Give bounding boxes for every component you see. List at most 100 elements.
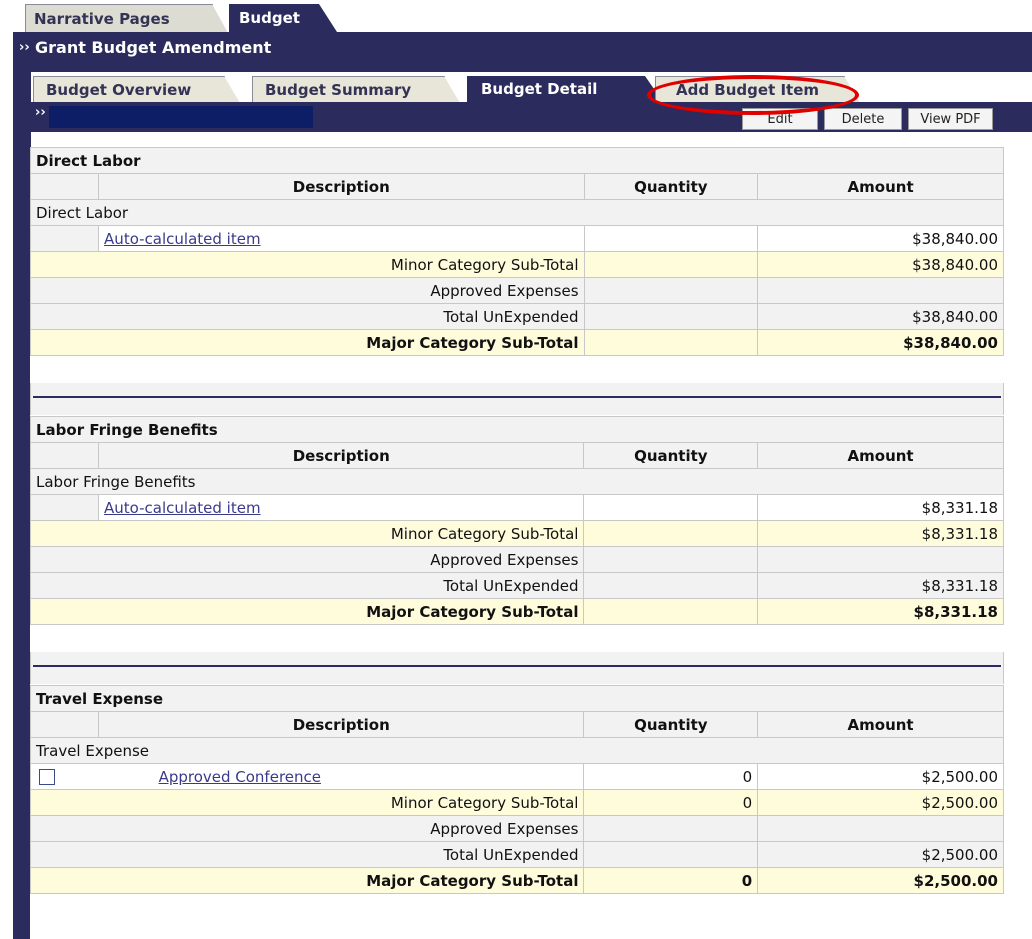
minor-subtotal-row: Minor Category Sub-Total 0 $2,500.00 <box>30 789 1004 816</box>
unexpended-label: Total UnExpended <box>30 841 585 868</box>
approved-expenses-quantity <box>583 546 759 573</box>
budget-section-labor-fringe-benefits: Labor Fringe Benefits Description Quanti… <box>30 416 1004 625</box>
column-header-description: Description <box>98 711 585 738</box>
major-subtotal-row: Major Category Sub-Total $38,840.00 <box>30 329 1004 356</box>
approved-expenses-row: Approved Expenses <box>30 546 1004 573</box>
tab-budget-summary[interactable]: Budget Summary <box>252 76 460 103</box>
toolbar: ›› Edit Delete View PDF <box>31 102 1032 132</box>
unexpended-label: Total UnExpended <box>30 303 585 330</box>
minor-subtotal-label: Minor Category Sub-Total <box>30 251 585 278</box>
minor-subtotal-amount: $38,840.00 <box>757 251 1004 278</box>
tab-budget-detail[interactable]: Budget Detail <box>467 76 663 102</box>
unexpended-amount: $8,331.18 <box>757 572 1004 599</box>
approved-expenses-row: Approved Expenses <box>30 277 1004 304</box>
column-header-amount: Amount <box>757 173 1004 200</box>
tab-budget-overview[interactable]: Budget Overview <box>33 76 240 103</box>
unexpended-label: Total UnExpended <box>30 572 585 599</box>
item-amount: $38,840.00 <box>757 225 1004 252</box>
approved-expenses-quantity <box>583 815 759 842</box>
item-quantity <box>583 494 759 521</box>
tab-add-budget-item[interactable]: Add Budget Item <box>655 76 860 103</box>
minor-subtotal-quantity <box>583 520 759 547</box>
category-label: Labor Fringe Benefits <box>30 468 1004 495</box>
item-link[interactable]: Auto-calculated item <box>104 499 261 517</box>
section-title: Labor Fringe Benefits <box>30 416 1004 443</box>
tab-narrative-pages[interactable]: Narrative Pages <box>25 4 228 33</box>
approved-expenses-label: Approved Expenses <box>30 277 585 304</box>
minor-subtotal-label: Minor Category Sub-Total <box>30 789 585 816</box>
approved-expenses-quantity <box>583 277 759 304</box>
major-subtotal-quantity: 0 <box>583 867 759 894</box>
column-header-blank <box>30 173 100 200</box>
approved-expenses-amount <box>757 546 1004 573</box>
unexpended-quantity <box>583 303 759 330</box>
category-label: Direct Labor <box>30 199 1004 226</box>
column-header-description: Description <box>98 442 585 469</box>
section-divider <box>30 383 1004 415</box>
budget-content: Direct Labor Description Quantity Amount… <box>30 147 1004 939</box>
approved-expenses-amount <box>757 815 1004 842</box>
column-header-amount: Amount <box>757 711 1004 738</box>
item-checkbox[interactable] <box>39 769 55 785</box>
item-quantity <box>583 225 759 252</box>
budget-section-travel-expense: Travel Expense Description Quantity Amou… <box>30 685 1004 894</box>
tab-label: Budget Summary <box>265 81 412 99</box>
unexpended-quantity <box>583 841 759 868</box>
major-subtotal-quantity <box>583 598 759 625</box>
sub-tab-bar: Budget Overview Budget Summary Budget De… <box>31 72 1032 103</box>
item-link[interactable]: Auto-calculated item <box>104 230 261 248</box>
unexpended-quantity <box>583 572 759 599</box>
button-label: Delete <box>841 112 885 127</box>
column-header-quantity: Quantity <box>583 173 759 200</box>
item-cell: Approved Conference <box>30 763 585 790</box>
tab-label: Add Budget Item <box>676 81 820 99</box>
page-title: Grant Budget Amendment <box>35 38 272 57</box>
chevron-right-icon: ›› <box>19 40 30 55</box>
button-label: View PDF <box>920 112 981 127</box>
minor-subtotal-label: Minor Category Sub-Total <box>30 520 585 547</box>
table-row: Auto-calculated item $8,331.18 <box>30 494 1004 521</box>
tab-budget[interactable]: Budget <box>229 4 337 32</box>
minor-subtotal-row: Minor Category Sub-Total $38,840.00 <box>30 251 1004 278</box>
unexpended-row: Total UnExpended $2,500.00 <box>30 841 1004 868</box>
column-header-quantity: Quantity <box>583 442 759 469</box>
minor-subtotal-amount: $2,500.00 <box>757 789 1004 816</box>
minor-subtotal-amount: $8,331.18 <box>757 520 1004 547</box>
category-label: Travel Expense <box>30 737 1004 764</box>
view-pdf-button[interactable]: View PDF <box>908 108 993 130</box>
delete-button[interactable]: Delete <box>824 108 902 130</box>
approved-expenses-row: Approved Expenses <box>30 815 1004 842</box>
item-amount: $2,500.00 <box>757 763 1004 790</box>
major-subtotal-amount: $38,840.00 <box>757 329 1004 356</box>
major-subtotal-label: Major Category Sub-Total <box>30 598 585 625</box>
approved-expenses-amount <box>757 277 1004 304</box>
record-title-bar <box>49 106 313 128</box>
item-cell: Auto-calculated item <box>98 225 585 252</box>
row-blank <box>30 225 100 252</box>
chevron-right-icon: ›› <box>35 105 46 120</box>
column-header-blank <box>30 442 100 469</box>
tab-label: Narrative Pages <box>34 10 170 28</box>
budget-section-direct-labor: Direct Labor Description Quantity Amount… <box>30 147 1004 356</box>
major-subtotal-quantity <box>583 329 759 356</box>
unexpended-row: Total UnExpended $8,331.18 <box>30 572 1004 599</box>
frame-title-bar: ›› Grant Budget Amendment <box>13 32 271 64</box>
section-title: Direct Labor <box>30 147 1004 174</box>
column-header-blank <box>30 711 100 738</box>
major-subtotal-amount: $8,331.18 <box>757 598 1004 625</box>
tab-label: Budget Overview <box>46 81 192 99</box>
unexpended-amount: $38,840.00 <box>757 303 1004 330</box>
item-cell: Auto-calculated item <box>98 494 585 521</box>
tab-label: Budget Detail <box>481 80 598 98</box>
major-subtotal-row: Major Category Sub-Total $8,331.18 <box>30 598 1004 625</box>
section-title: Travel Expense <box>30 685 1004 712</box>
unexpended-row: Total UnExpended $38,840.00 <box>30 303 1004 330</box>
table-row: Approved Conference 0 $2,500.00 <box>30 763 1004 790</box>
tab-label: Budget <box>239 9 300 27</box>
column-header-amount: Amount <box>757 442 1004 469</box>
edit-button[interactable]: Edit <box>742 108 818 130</box>
item-link[interactable]: Approved Conference <box>159 768 321 786</box>
table-row: Auto-calculated item $38,840.00 <box>30 225 1004 252</box>
item-amount: $8,331.18 <box>757 494 1004 521</box>
minor-subtotal-row: Minor Category Sub-Total $8,331.18 <box>30 520 1004 547</box>
